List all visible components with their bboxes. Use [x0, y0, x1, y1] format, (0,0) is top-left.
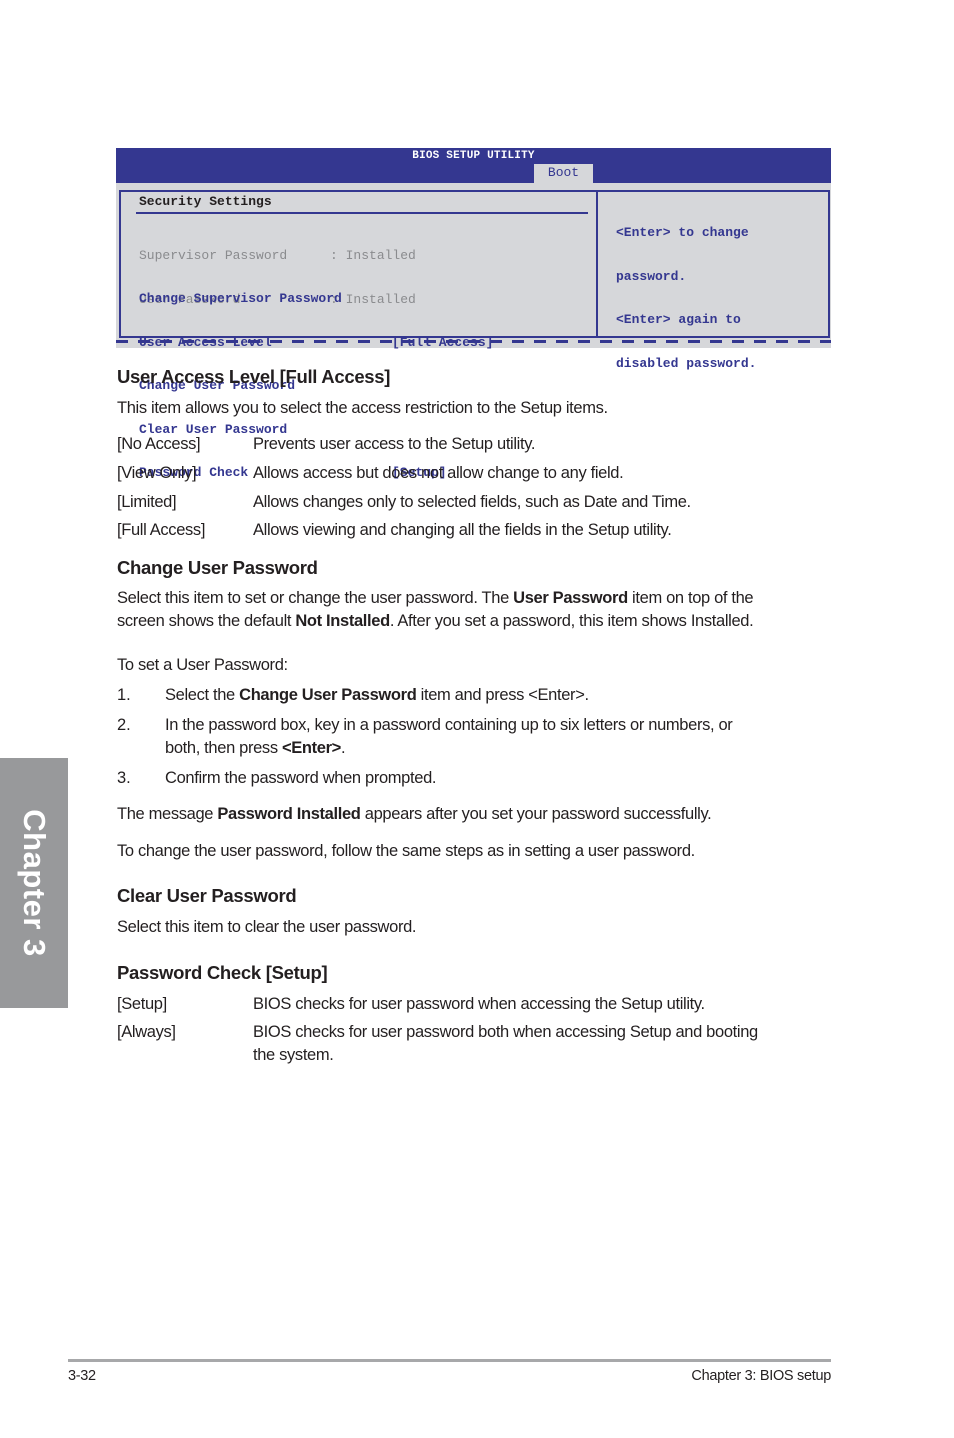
heading-clear-user-password: Clear User Password — [117, 885, 297, 906]
help-line: <Enter> to change — [616, 225, 749, 240]
heading-user-access-level: User Access Level [Full Access] — [117, 366, 391, 387]
bios-help-panel: <Enter> to change password. <Enter> agai… — [596, 190, 830, 370]
heading-change-user-password: Change User Password — [117, 557, 318, 578]
bold-text: Password Installed — [217, 805, 361, 823]
item-label: Change Supervisor Password — [139, 291, 342, 306]
text: item and press <Enter>. — [416, 686, 589, 704]
help-line: password. — [616, 268, 687, 284]
change-password-para-line2: screen shows the default Not Installed. … — [117, 612, 754, 631]
option-desc: Allows access but does not allow change … — [253, 464, 624, 482]
password-installed-message: The message Password Installed appears a… — [117, 805, 712, 824]
user-access-intro: This item allows you to select the acces… — [117, 399, 608, 417]
text: Select this item to set or change the us… — [117, 589, 514, 607]
bold-text: <Enter> — [281, 739, 341, 757]
text: The message — [117, 805, 218, 823]
text: screen shows the default — [117, 612, 296, 630]
option-term: [Always] — [117, 1023, 176, 1041]
bios-help-text: <Enter> to change password. <Enter> agai… — [616, 197, 756, 400]
step-text: Select the Change User Password item and… — [165, 686, 589, 705]
text: item on top of the — [627, 589, 754, 607]
option-desc: Allows viewing and changing all the fiel… — [253, 521, 672, 539]
option-term: [Limited] — [117, 493, 177, 511]
text: Select the — [165, 686, 240, 704]
option-desc: Allows changes only to selected fields, … — [253, 493, 691, 511]
bios-title: BIOS SETUP UTILITY — [412, 150, 535, 162]
help-line: <Enter> again to — [616, 312, 741, 327]
step-text: In the password box, key in a password c… — [165, 716, 733, 734]
step-text-cont: both, then press <Enter>. — [165, 739, 346, 758]
option-desc: BIOS checks for user password both when … — [253, 1023, 758, 1041]
info-value: Installed — [345, 248, 416, 263]
info-sep: : — [330, 248, 338, 263]
bios-tab-boot[interactable]: Boot — [534, 164, 593, 183]
option-term: [Setup] — [117, 995, 167, 1013]
step-number: 1. — [117, 686, 131, 704]
steps-intro: To set a User Password: — [117, 656, 288, 674]
page-number: 3-32 — [68, 1368, 96, 1384]
bios-section-divider — [136, 212, 588, 214]
bold-text: Not Installed — [295, 612, 390, 630]
text: both, then press — [165, 739, 282, 757]
chapter-tab-label: Chapter 3 — [17, 809, 52, 957]
bios-section-title: Security Settings — [139, 194, 272, 209]
option-term: [Full Access] — [117, 521, 206, 539]
step-text: Confirm the password when prompted. — [165, 769, 437, 787]
bios-item-change-supervisor-password[interactable]: Change Supervisor Password — [139, 291, 493, 307]
bold-text: Change User Password — [239, 686, 417, 704]
step-number: 3. — [117, 769, 131, 787]
footer-chapter-title: Chapter 3: BIOS setup — [691, 1368, 831, 1384]
option-desc-cont: the system. — [253, 1046, 334, 1064]
footer-divider — [68, 1359, 831, 1362]
bios-settings-panel: Security Settings Supervisor Password : … — [119, 190, 598, 480]
bios-info-row: Supervisor Password : Installed — [139, 248, 416, 264]
info-label: Supervisor Password — [139, 248, 288, 263]
text: . After you set a password, this item sh… — [389, 612, 754, 630]
chapter-side-tab: Chapter 3 — [0, 758, 68, 1008]
bios-screenshot: BIOS SETUP UTILITY Boot Security Setting… — [116, 148, 831, 480]
option-desc: Prevents user access to the Setup utilit… — [253, 435, 536, 453]
option-term: [View Only] — [117, 464, 197, 482]
bios-dashed-cut-line — [116, 340, 831, 343]
text: appears after you set your password succ… — [360, 805, 712, 823]
change-password-para-line1: Select this item to set or change the us… — [117, 589, 754, 608]
heading-password-check: Password Check [Setup] — [117, 962, 328, 983]
change-password-note: To change the user password, follow the … — [117, 842, 695, 860]
option-desc: BIOS checks for user password when acces… — [253, 995, 705, 1013]
bold-text: User Password — [513, 589, 628, 607]
text: . — [340, 739, 346, 757]
option-term: [No Access] — [117, 435, 201, 453]
step-number: 2. — [117, 716, 131, 734]
bios-header: BIOS SETUP UTILITY Boot — [116, 148, 831, 183]
clear-password-text: Select this item to clear the user passw… — [117, 918, 417, 936]
help-line: disabled password. — [616, 355, 757, 371]
